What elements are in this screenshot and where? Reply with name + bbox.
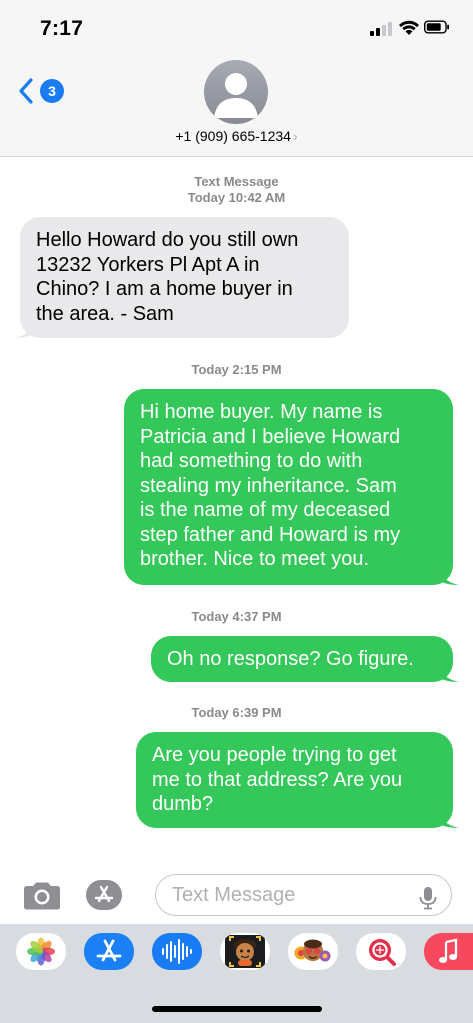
- tray-app-audio[interactable]: [152, 933, 202, 970]
- contact-phone-number: +1 (909) 665-1234: [175, 128, 291, 144]
- contact-avatar[interactable]: [204, 60, 268, 124]
- message-service-label: Text Message: [194, 174, 279, 189]
- back-button[interactable]: 3: [18, 77, 68, 107]
- bubble-tail: [437, 806, 459, 828]
- app-store-button[interactable]: [86, 880, 122, 910]
- contact-name[interactable]: +1 (909) 665-1234 ›: [0, 128, 473, 144]
- compose-bar: [0, 866, 473, 924]
- chevron-left-icon: [19, 78, 33, 104]
- search-images-icon: [369, 939, 396, 966]
- timestamp-time: Today 4:37 PM: [191, 609, 282, 624]
- status-bar: 7:17: [0, 0, 473, 56]
- sent-message-bubble[interactable]: Oh no response? Go figure.: [151, 636, 459, 682]
- tray-app-music[interactable]: [424, 933, 473, 970]
- status-time: 7:17: [40, 17, 84, 40]
- dictation-button[interactable]: [418, 886, 438, 910]
- microphone-icon: [419, 887, 437, 910]
- app-store-icon: [96, 939, 122, 962]
- battery-icon: [424, 20, 450, 34]
- message-text: Hi home buyer. My name is Patricia and I…: [140, 401, 401, 570]
- home-indicator[interactable]: [152, 1006, 322, 1012]
- message-text: Oh no response? Go figure.: [167, 648, 414, 670]
- bubble-tail: [437, 563, 459, 585]
- cellular-signal-icon: [370, 22, 392, 36]
- audio-message-icon: [162, 939, 192, 964]
- timestamp: Today 4:37 PM: [0, 609, 473, 625]
- animoji-icon: [294, 939, 331, 962]
- tray-app-photos[interactable]: [16, 933, 66, 970]
- timestamp: Today 6:39 PM: [0, 705, 473, 721]
- chevron-right-icon: ›: [292, 128, 298, 144]
- sent-message-bubble[interactable]: Are you people trying to get me to that …: [136, 732, 459, 828]
- message-input[interactable]: [155, 874, 452, 916]
- conversation-header: 3 +1 (909) 665-1234 ›: [0, 56, 473, 157]
- timestamp-time: Today 10:42 AM: [187, 190, 286, 205]
- timestamp: Text Message Today 10:42 AM: [0, 174, 473, 206]
- bubble-tail: [14, 316, 36, 338]
- tray-app-animoji[interactable]: [288, 933, 338, 970]
- app-store-icon: [94, 885, 114, 903]
- timestamp-time: Today 6:39 PM: [191, 705, 282, 720]
- timestamp: Today 2:15 PM: [0, 362, 473, 378]
- sent-message-bubble[interactable]: Hi home buyer. My name is Patricia and I…: [124, 389, 459, 585]
- unread-count-badge: 3: [40, 79, 64, 103]
- timestamp-time: Today 2:15 PM: [191, 362, 282, 377]
- memoji-icon: [225, 935, 265, 968]
- person-icon: [214, 73, 258, 118]
- camera-button[interactable]: [22, 882, 62, 910]
- camera-icon: [24, 882, 60, 910]
- message-text: Are you people trying to get me to that …: [152, 744, 403, 815]
- tray-app-image-search[interactable]: [356, 933, 406, 970]
- bubble-tail: [437, 660, 459, 682]
- received-message-bubble[interactable]: Hello Howard do you still own 13232 York…: [14, 217, 349, 338]
- tray-app-store[interactable]: [84, 933, 134, 970]
- tray-app-memoji[interactable]: [220, 933, 270, 970]
- photos-icon: [27, 937, 55, 966]
- message-thread[interactable]: Text Message Today 10:42 AM Hello Howard…: [0, 157, 473, 857]
- wifi-icon: [399, 20, 419, 35]
- music-icon: [439, 938, 458, 963]
- message-text: Hello Howard do you still own 13232 York…: [36, 229, 299, 325]
